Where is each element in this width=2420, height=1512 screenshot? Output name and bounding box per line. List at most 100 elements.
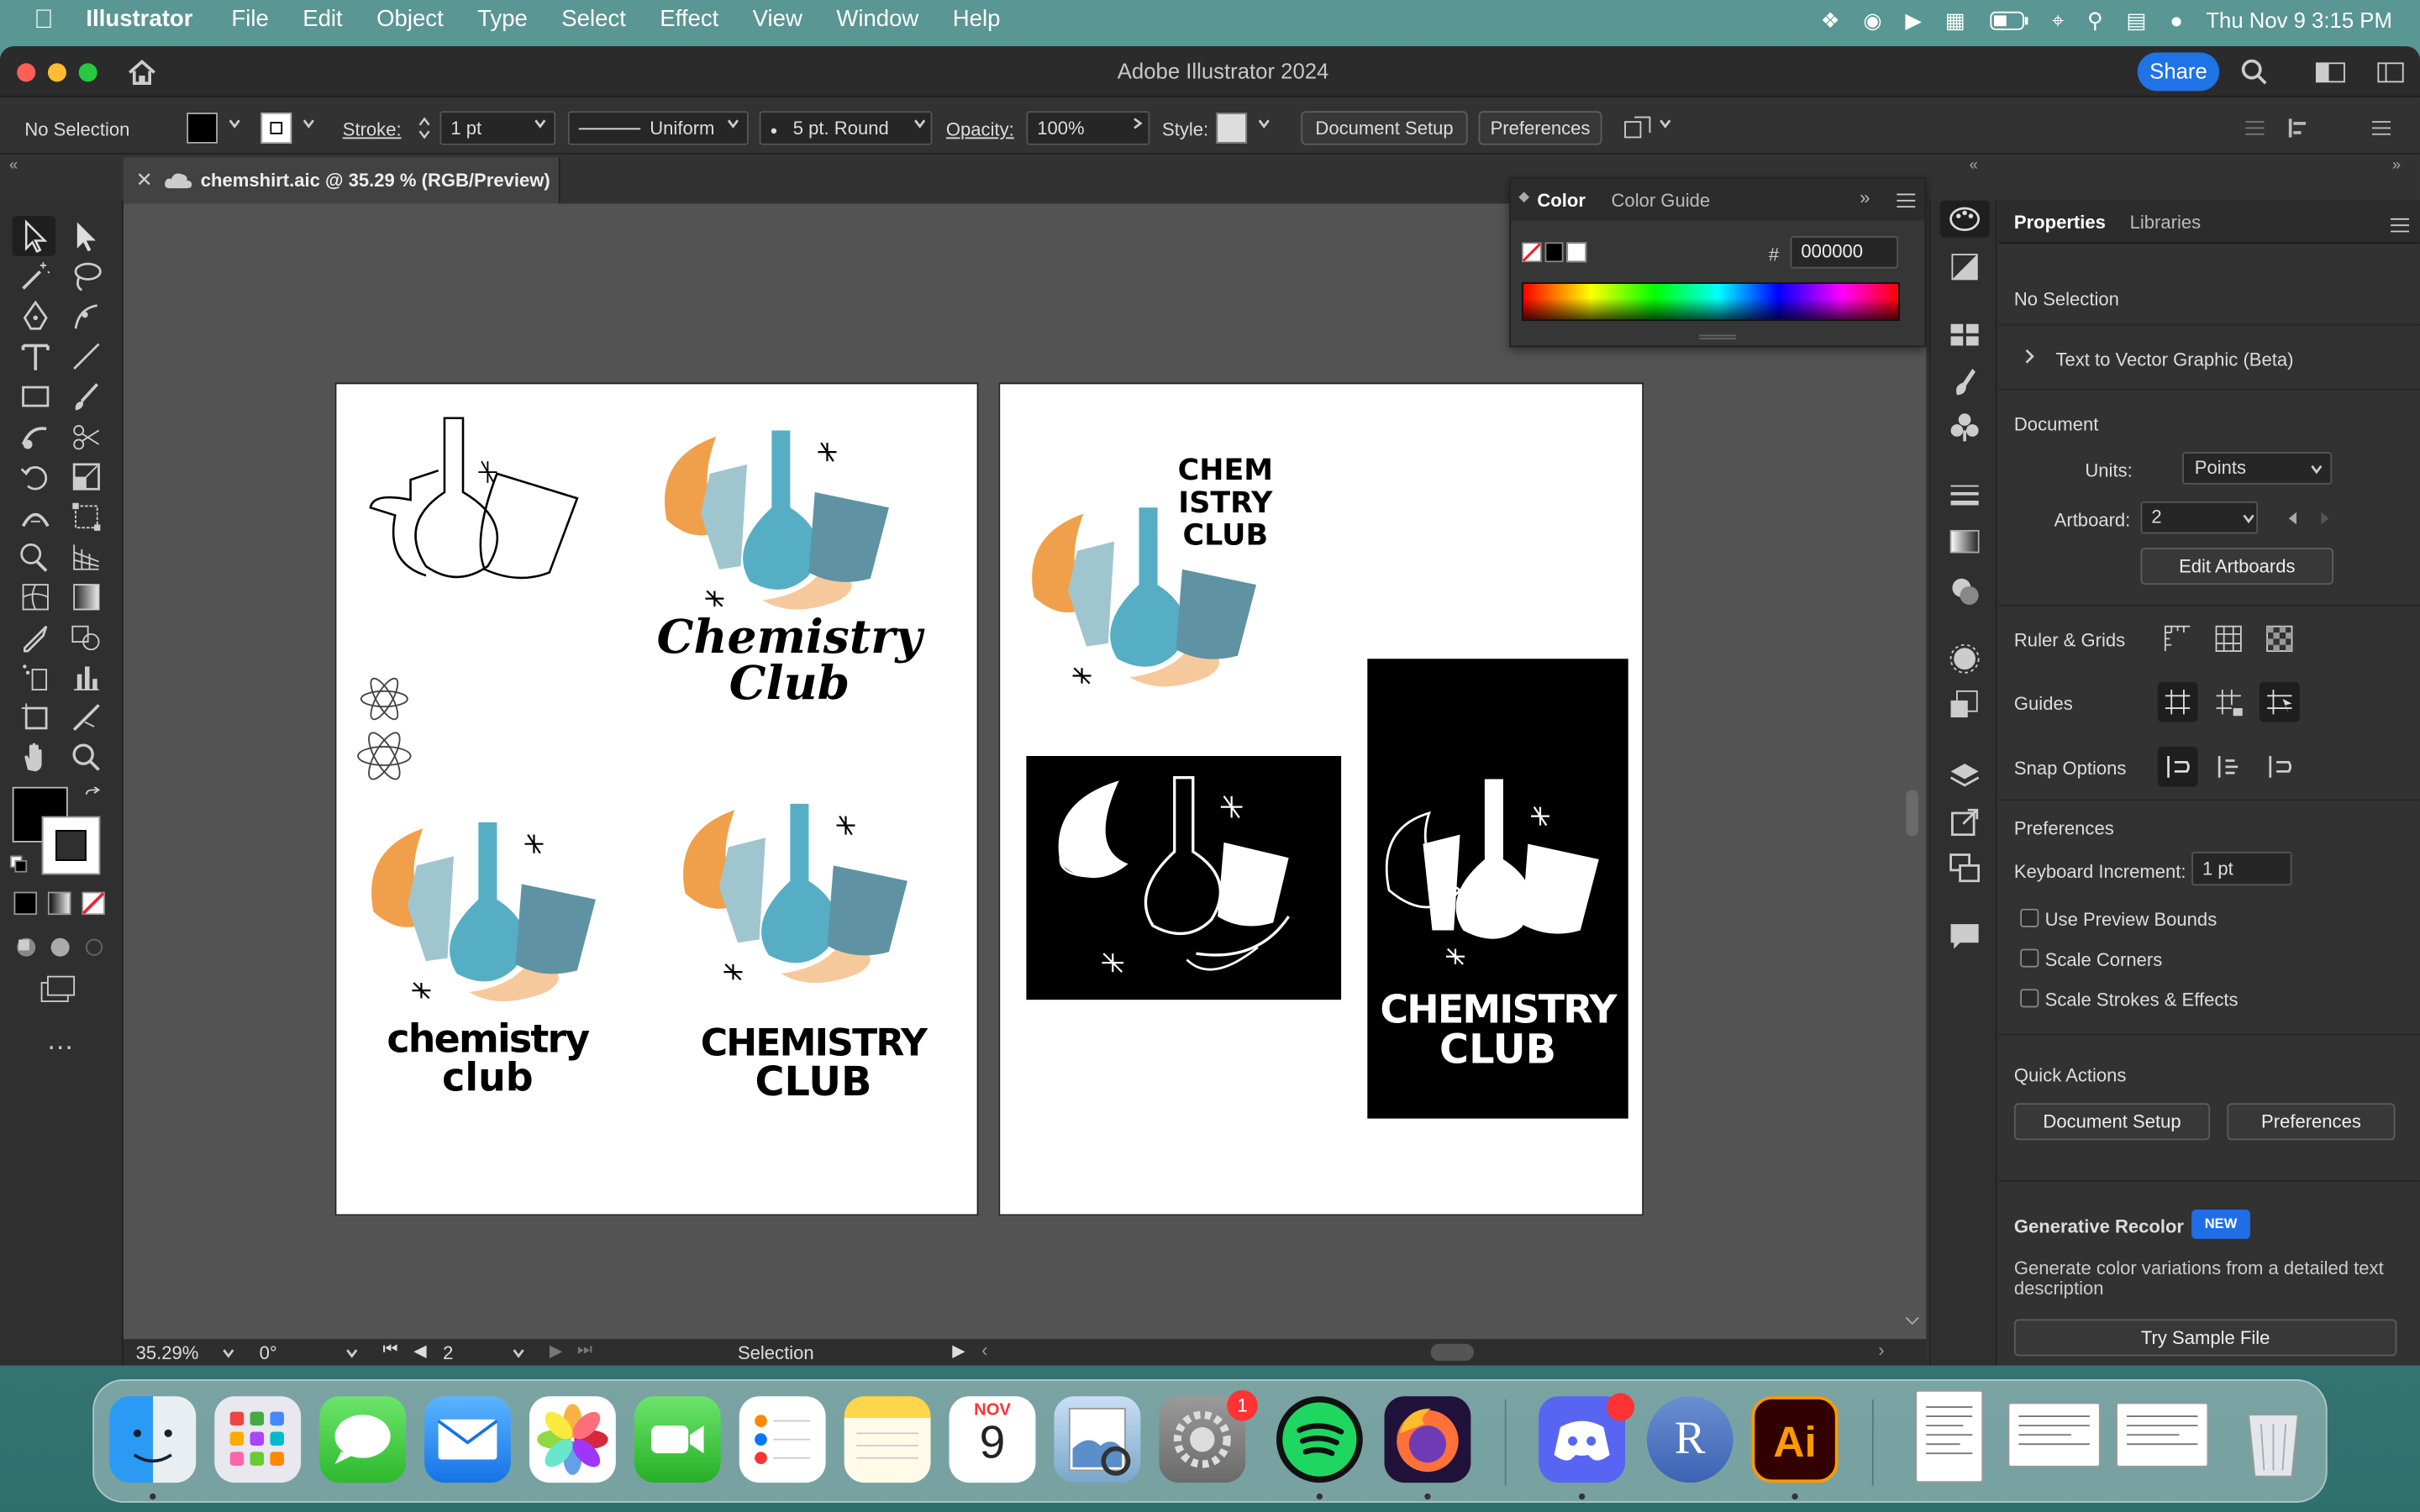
dropbox-icon[interactable]: ❖ [1821,7,1840,33]
next-artboard-icon[interactable] [2320,511,2333,526]
notes-icon[interactable] [844,1396,931,1483]
slice-tool-icon[interactable] [70,701,103,734]
appearance-icon[interactable] [1948,642,1981,675]
launchpad-icon[interactable] [214,1396,302,1483]
more-tools-icon[interactable]: … [46,1025,74,1058]
preview-icon[interactable] [1054,1396,1141,1483]
chevron-right-icon[interactable] [2023,349,2036,364]
stroke-label[interactable]: Stroke: [343,118,402,140]
calendar-icon[interactable]: NOV 9 [949,1396,1036,1483]
document-setup-button[interactable]: Document Setup [1301,111,1468,145]
artboard-1[interactable]: Chemistry Club chemistry club CHEMISTRY … [334,382,979,1216]
play-icon[interactable]: ▶ [1905,7,1922,33]
transparency-icon[interactable] [1948,574,1981,607]
distribute-icon[interactable] [2287,118,2309,139]
symbol-sprayer-icon[interactable] [18,660,52,694]
paintbrush-icon[interactable] [70,380,103,413]
artboard-2[interactable]: CHEM ISTRY CLUB CHEMISTRY CLUB [998,382,1644,1216]
color-spectrum[interactable] [1521,282,1900,322]
smart-guides-icon[interactable] [2261,684,2298,721]
reminders-icon[interactable] [739,1396,826,1483]
chevron-down-icon[interactable] [1659,118,1671,130]
menu-type[interactable]: Type [460,0,544,40]
chevron-down-icon[interactable] [345,1347,358,1359]
hand-tool-icon[interactable] [18,741,52,774]
scale-tool-icon[interactable] [70,459,103,493]
use-preview-bounds-checkbox[interactable] [2020,908,2039,927]
type-tool-icon[interactable] [18,339,52,373]
menu-effect[interactable]: Effect [643,0,735,40]
transparency-grid-icon[interactable] [2261,620,2298,657]
menu-object[interactable]: Object [360,0,460,40]
blend-tool-icon[interactable] [70,620,103,654]
flask-logo-colored-3[interactable] [673,801,920,1001]
tools-collapse-icon[interactable]: « [9,157,18,174]
units-select[interactable]: Points [2182,452,2333,485]
chevron-down-icon[interactable] [2243,512,2255,525]
line-tool-icon[interactable] [70,339,103,373]
prev-artboard-icon[interactable]: ◀ [413,1341,427,1361]
close-tab-icon[interactable]: ✕ [136,168,153,192]
vertical-scrollbar[interactable] [1906,790,1919,837]
perspective-grid-icon[interactable] [70,540,103,574]
share-button[interactable]: Share [2137,52,2220,92]
chevron-down-icon[interactable] [1258,118,1270,130]
trash-icon[interactable] [2230,1396,2317,1483]
menu-window[interactable]: Window [819,0,935,40]
draw-normal-icon[interactable] [14,935,39,959]
draw-behind-icon[interactable] [48,935,72,959]
sync-icon[interactable]: ◉ [1863,7,1881,33]
none-swatch[interactable] [1521,242,1542,263]
spotify-icon[interactable] [1276,1396,1363,1483]
mesh-tool-icon[interactable] [18,580,52,614]
wifi-icon[interactable]: ⌖ [2052,7,2064,33]
edit-artboards-button[interactable]: Edit Artboards [2140,548,2334,585]
preferences-button[interactable]: Preferences [1478,111,1602,145]
control-center-icon[interactable]: ▤ [2126,7,2146,33]
chevron-down-icon[interactable] [302,118,315,130]
draw-inside-icon[interactable] [82,935,106,959]
props-collapse-icon[interactable]: » [2392,157,2401,174]
next-artboard-icon[interactable]: ▶ [550,1341,563,1361]
scroll-left-icon[interactable]: ‹ [981,1339,987,1361]
tab-color[interactable]: Color [1537,190,1586,212]
chevron-down-icon[interactable] [2311,463,2323,475]
show-guides-icon[interactable] [2160,684,2196,721]
gradient-icon[interactable] [1948,524,1981,558]
try-sample-file-button[interactable]: Try Sample File [2013,1319,2397,1357]
snap-to-glyph-icon[interactable] [2261,748,2298,785]
fill-swatch[interactable] [187,113,218,144]
scissors-icon[interactable] [70,420,103,454]
shaper-tool-icon[interactable] [18,420,52,454]
stroke-panel-icon[interactable] [1948,478,1981,512]
canvas[interactable]: Chemistry Club chemistry club CHEMISTRY … [123,203,1927,1340]
artboard-select[interactable]: 2 [2140,501,2259,534]
width-tool-icon[interactable] [18,500,52,533]
hex-input[interactable]: 000000 [1790,236,1899,269]
mail-icon[interactable] [424,1396,511,1483]
apple-icon[interactable]:  [0,0,71,40]
symbols-icon[interactable] [1948,411,1981,444]
zoom-value[interactable]: 35.29% [136,1342,199,1364]
last-artboard-icon[interactable]: ⏭ [577,1341,592,1361]
zoom-tool-icon[interactable] [70,741,103,774]
flask-logo-colored-2[interactable] [361,819,608,1020]
curvature-tool-icon[interactable] [70,299,103,333]
tab-libraries[interactable]: Libraries [2130,212,2202,234]
quick-document-setup-button[interactable]: Document Setup [2013,1103,2211,1141]
stroke-swatch[interactable] [260,113,292,144]
text-to-vector-item[interactable]: Text to Vector Graphic (Beta) [2055,349,2293,370]
comments-icon[interactable] [1948,920,1981,953]
horizontal-scrollbar[interactable] [1430,1343,1475,1361]
stepper-icon[interactable] [417,116,432,140]
ruler-icon[interactable] [2160,620,2196,657]
lock-guides-icon[interactable] [2210,684,2247,721]
column-graph-icon[interactable] [70,660,103,694]
align-icon[interactable] [2244,118,2266,139]
use-preview-bounds-label[interactable]: Use Preview Bounds [2045,909,2217,931]
menu-help[interactable]: Help [936,0,1018,40]
scroll-right-icon[interactable]: › [1878,1339,1884,1361]
pen-tool-icon[interactable] [18,299,52,333]
stroke-profile-select[interactable]: Uniform [567,111,749,145]
rectangle-tool-icon[interactable] [18,380,52,413]
